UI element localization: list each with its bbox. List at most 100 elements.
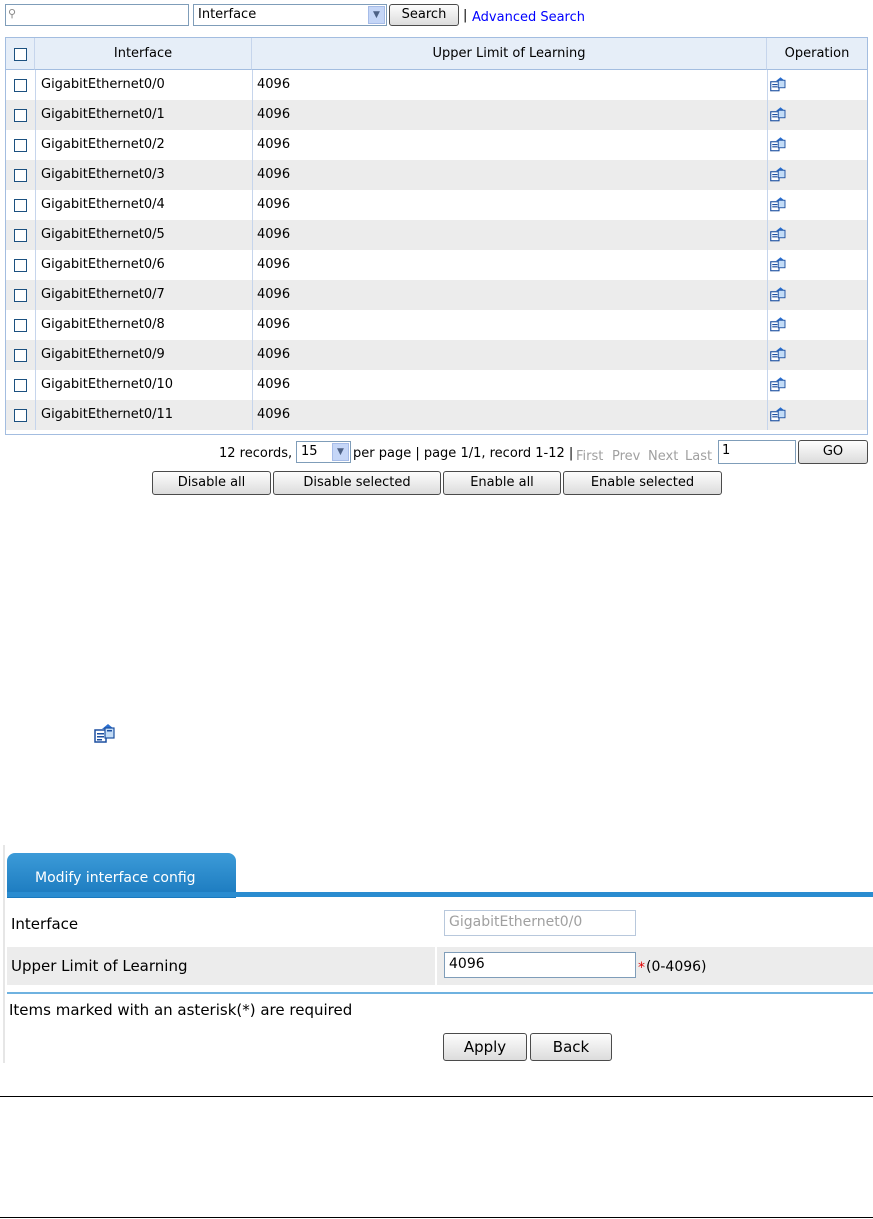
column-divider [35,220,36,250]
form-left-border [3,845,5,1063]
column-divider [252,400,253,430]
row-checkbox[interactable] [14,139,27,152]
cell-interface: GigabitEthernet0/0 [41,77,165,92]
header-upper-limit: Upper Limit of Learning [252,38,767,70]
column-divider [252,340,253,370]
column-divider [767,160,768,190]
cell-upper-limit: 4096 [257,257,291,272]
edit-icon[interactable] [770,196,788,212]
row-checkbox[interactable] [14,259,27,272]
column-divider [252,190,253,220]
edit-icon[interactable] [770,226,788,242]
cell-interface: GigabitEthernet0/5 [41,227,165,242]
edit-icon[interactable] [770,106,788,122]
interface-label: Interface [11,915,79,933]
prev-page-link[interactable]: Prev [612,449,640,464]
column-divider [252,370,253,400]
column-divider [35,130,36,160]
cell-interface: GigabitEthernet0/7 [41,287,165,302]
per-page-select[interactable]: 15 ▼ [296,441,351,463]
required-asterisk: * [638,960,645,976]
edit-icon[interactable] [770,286,788,302]
column-divider [35,100,36,130]
advanced-search-link[interactable]: Advanced Search [472,10,585,25]
column-divider [252,310,253,340]
enable-selected-button[interactable]: Enable selected [563,471,722,495]
page-number-input[interactable]: 1 [718,440,796,464]
cell-upper-limit: 4096 [257,77,291,92]
column-divider [35,310,36,340]
last-page-link[interactable]: Last [685,449,712,464]
page-rule-bottom [0,1217,873,1218]
column-divider [767,370,768,400]
disable-all-button[interactable]: Disable all [152,471,271,495]
column-divider [252,250,253,280]
row-checkbox[interactable] [14,229,27,242]
edit-icon[interactable] [770,256,788,272]
table-row: GigabitEthernet0/7 4096 [6,280,867,310]
edit-icon[interactable] [770,136,788,152]
edit-icon[interactable] [770,76,788,92]
column-divider [35,400,36,430]
row-checkbox[interactable] [14,409,27,422]
column-divider [767,190,768,220]
row-checkbox[interactable] [14,379,27,392]
column-divider [35,370,36,400]
cell-upper-limit: 4096 [257,167,291,182]
column-divider [252,100,253,130]
row-checkbox[interactable] [14,289,27,302]
apply-button[interactable]: Apply [443,1033,527,1061]
column-divider [35,340,36,370]
edit-icon[interactable] [770,376,788,392]
column-divider [767,400,768,430]
search-icon: ⚲ [8,7,17,20]
per-page-value: 15 [301,444,318,459]
cell-upper-limit: 4096 [257,107,291,122]
interface-field: GigabitEthernet0/0 [444,910,636,936]
row-checkbox[interactable] [14,169,27,182]
search-field-select[interactable]: Interface ▼ [193,4,387,26]
tab-underline [7,892,873,897]
row-checkbox[interactable] [14,349,27,362]
row-checkbox[interactable] [14,199,27,212]
search-input[interactable]: ⚲ [5,4,189,26]
header-select-cell [6,38,35,70]
separator: | [463,8,468,23]
column-divider [35,160,36,190]
cell-upper-limit: 4096 [257,137,291,152]
column-divider [252,160,253,190]
form-divider [435,905,437,943]
back-button[interactable]: Back [530,1033,612,1061]
column-divider [252,70,253,100]
go-button[interactable]: GO [798,440,868,464]
cell-upper-limit: 4096 [257,197,291,212]
chevron-down-icon[interactable]: ▼ [332,443,349,461]
search-field-value: Interface [198,7,257,22]
row-checkbox[interactable] [14,319,27,332]
table-row: GigabitEthernet0/2 4096 [6,130,867,160]
row-checkbox[interactable] [14,109,27,122]
select-all-checkbox[interactable] [14,48,27,61]
chevron-down-icon[interactable]: ▼ [368,6,385,24]
disable-selected-button[interactable]: Disable selected [273,471,441,495]
table-row: GigabitEthernet0/8 4096 [6,310,867,340]
first-page-link[interactable]: First [576,449,603,464]
row-checkbox[interactable] [14,79,27,92]
next-page-link[interactable]: Next [648,449,678,464]
edit-icon[interactable] [770,316,788,332]
column-divider [35,250,36,280]
form-separator [7,992,873,994]
edit-icon[interactable] [770,406,788,422]
cell-upper-limit: 4096 [257,377,291,392]
column-divider [767,130,768,160]
cell-interface: GigabitEthernet0/4 [41,197,165,212]
edit-icon[interactable] [770,346,788,362]
cell-upper-limit: 4096 [257,347,291,362]
upper-limit-field[interactable]: 4096 [444,952,636,978]
edit-icon[interactable] [770,166,788,182]
cell-upper-limit: 4096 [257,317,291,332]
column-divider [767,310,768,340]
form-divider [435,947,437,985]
search-button[interactable]: Search [389,4,459,26]
enable-all-button[interactable]: Enable all [443,471,561,495]
